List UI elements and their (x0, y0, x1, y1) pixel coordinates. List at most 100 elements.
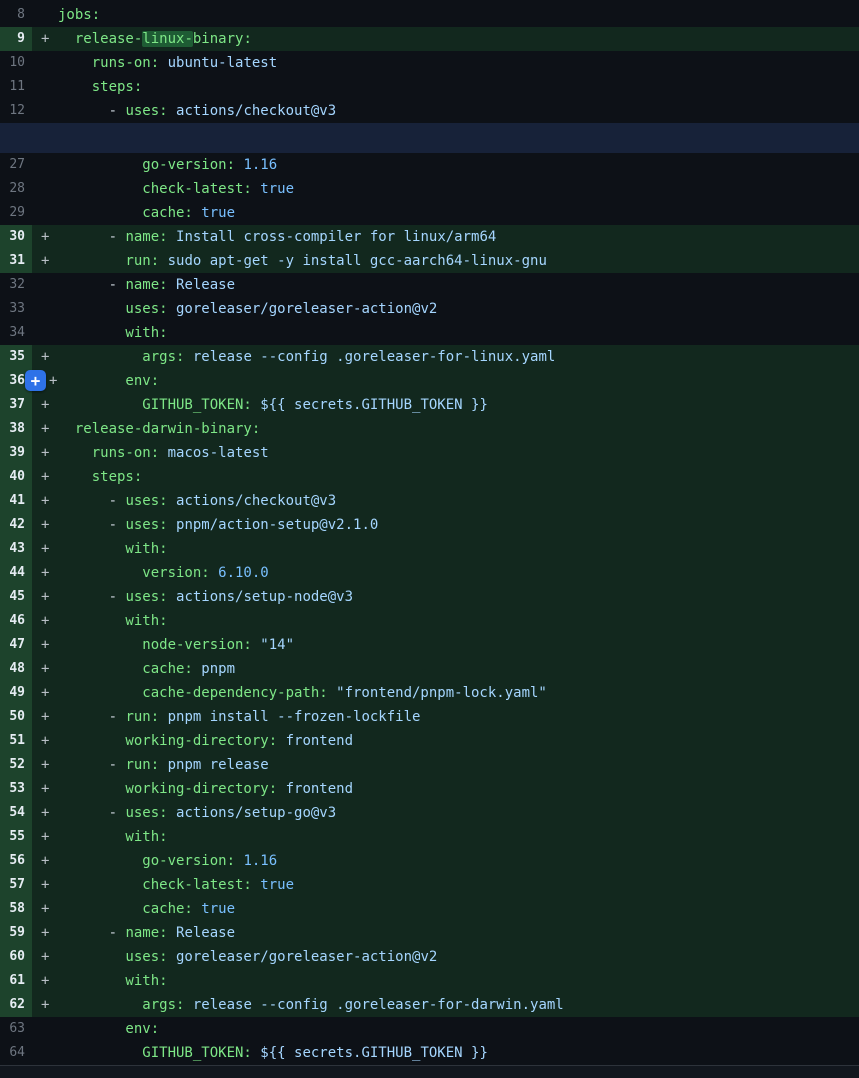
line-number[interactable]: 55 (0, 825, 32, 849)
line-number[interactable]: 53 (0, 777, 32, 801)
code-content: cache: true (58, 201, 859, 225)
line-number[interactable]: 11 (0, 75, 32, 99)
line-number[interactable]: 64 (0, 1041, 32, 1065)
diff-marker: + (32, 561, 58, 585)
line-number[interactable]: 27 (0, 153, 32, 177)
line-number[interactable]: 50 (0, 705, 32, 729)
code-content: working-directory: frontend (58, 777, 859, 801)
diff-marker: + (32, 897, 58, 921)
diff-line-55: 55+ with: (0, 825, 859, 849)
line-number[interactable]: 8 (0, 3, 32, 27)
line-number[interactable]: 33 (0, 297, 32, 321)
line-number[interactable]: 41 (0, 489, 32, 513)
diff-line-42: 42+ - uses: pnpm/action-setup@v2.1.0 (0, 513, 859, 537)
line-number[interactable]: 61 (0, 969, 32, 993)
diff-marker: + (32, 27, 58, 51)
line-number[interactable]: 47 (0, 633, 32, 657)
diff-line-61: 61+ with: (0, 969, 859, 993)
diff-line-12: 12 - uses: actions/checkout@v3 (0, 99, 859, 123)
code-content: runs-on: ubuntu-latest (58, 51, 859, 75)
diff-line-48: 48+ cache: pnpm (0, 657, 859, 681)
line-number[interactable]: 40 (0, 465, 32, 489)
diff-marker (32, 321, 58, 345)
line-number[interactable]: 59 (0, 921, 32, 945)
diff-marker (32, 1017, 58, 1041)
line-number[interactable]: 52 (0, 753, 32, 777)
line-number[interactable]: 38 (0, 417, 32, 441)
line-number[interactable]: 31 (0, 249, 32, 273)
line-number[interactable]: 28 (0, 177, 32, 201)
code-content: check-latest: true (58, 873, 859, 897)
line-number[interactable]: 56 (0, 849, 32, 873)
line-number[interactable]: 62 (0, 993, 32, 1017)
line-number[interactable]: 37 (0, 393, 32, 417)
diff-footer (0, 1065, 859, 1078)
line-number[interactable]: 51 (0, 729, 32, 753)
diff-line-58: 58+ cache: true (0, 897, 859, 921)
line-number[interactable]: 58 (0, 897, 32, 921)
diff-marker: + (32, 585, 58, 609)
diff-line-27: 27 go-version: 1.16 (0, 153, 859, 177)
diff-line-57: 57+ check-latest: true (0, 873, 859, 897)
diff-marker: + (32, 441, 58, 465)
diff-marker (32, 1041, 58, 1065)
line-number[interactable]: 32 (0, 273, 32, 297)
line-number[interactable]: 44 (0, 561, 32, 585)
diff-line-9: 9+ release-linux-binary: (0, 27, 859, 51)
code-content: - uses: actions/checkout@v3 (58, 489, 859, 513)
diff-line-56: 56+ go-version: 1.16 (0, 849, 859, 873)
diff-marker: + (32, 921, 58, 945)
diff-line-33: 33 uses: goreleaser/goreleaser-action@v2 (0, 297, 859, 321)
line-number[interactable]: 42 (0, 513, 32, 537)
code-content: cache-dependency-path: "frontend/pnpm-lo… (58, 681, 859, 705)
code-content: release-linux-binary: (58, 27, 859, 51)
diff-line-37: 37+ GITHUB_TOKEN: ${{ secrets.GITHUB_TOK… (0, 393, 859, 417)
line-number[interactable]: 29 (0, 201, 32, 225)
diff-view: 8jobs:9+ release-linux-binary:10 runs-on… (0, 0, 859, 1078)
add-comment-button[interactable]: + (25, 370, 46, 391)
expand-hunk-band[interactable] (0, 123, 859, 153)
diff-line-41: 41+ - uses: actions/checkout@v3 (0, 489, 859, 513)
code-content: uses: goreleaser/goreleaser-action@v2 (58, 945, 859, 969)
diff-marker: + (32, 945, 58, 969)
line-number[interactable]: 34 (0, 321, 32, 345)
diff-marker: + (32, 729, 58, 753)
code-content: steps: (58, 75, 859, 99)
code-content: run: sudo apt-get -y install gcc-aarch64… (58, 249, 859, 273)
diff-marker: + (32, 801, 58, 825)
line-number[interactable]: 30 (0, 225, 32, 249)
line-number[interactable]: 12 (0, 99, 32, 123)
diff-hunk-bottom: 27 go-version: 1.1628 check-latest: true… (0, 153, 859, 1065)
line-number[interactable]: 9 (0, 27, 32, 51)
code-content: - name: Release (58, 921, 859, 945)
code-content: - name: Install cross-compiler for linux… (58, 225, 859, 249)
line-number[interactable]: 39 (0, 441, 32, 465)
diff-marker (32, 3, 58, 27)
code-content: - name: Release (58, 273, 859, 297)
line-number[interactable]: 63 (0, 1017, 32, 1041)
diff-line-59: 59+ - name: Release (0, 921, 859, 945)
code-content: args: release --config .goreleaser-for-d… (58, 993, 859, 1017)
diff-line-53: 53+ working-directory: frontend (0, 777, 859, 801)
line-number[interactable]: 10 (0, 51, 32, 75)
code-content: with: (58, 969, 859, 993)
line-number[interactable]: 45 (0, 585, 32, 609)
line-number[interactable]: 35 (0, 345, 32, 369)
diff-line-60: 60+ uses: goreleaser/goreleaser-action@v… (0, 945, 859, 969)
line-number[interactable]: 54 (0, 801, 32, 825)
code-content: - uses: actions/checkout@v3 (58, 99, 859, 123)
line-number[interactable]: 57 (0, 873, 32, 897)
code-content: - uses: actions/setup-go@v3 (58, 801, 859, 825)
line-number[interactable]: 46 (0, 609, 32, 633)
line-number[interactable]: 48 (0, 657, 32, 681)
diff-line-34: 34 with: (0, 321, 859, 345)
diff-line-63: 63 env: (0, 1017, 859, 1041)
diff-marker: + (32, 681, 58, 705)
code-content: - run: pnpm release (58, 753, 859, 777)
diff-marker: + (32, 417, 58, 441)
diff-marker: + (32, 633, 58, 657)
code-content: jobs: (58, 3, 859, 27)
line-number[interactable]: 43 (0, 537, 32, 561)
line-number[interactable]: 60 (0, 945, 32, 969)
line-number[interactable]: 49 (0, 681, 32, 705)
